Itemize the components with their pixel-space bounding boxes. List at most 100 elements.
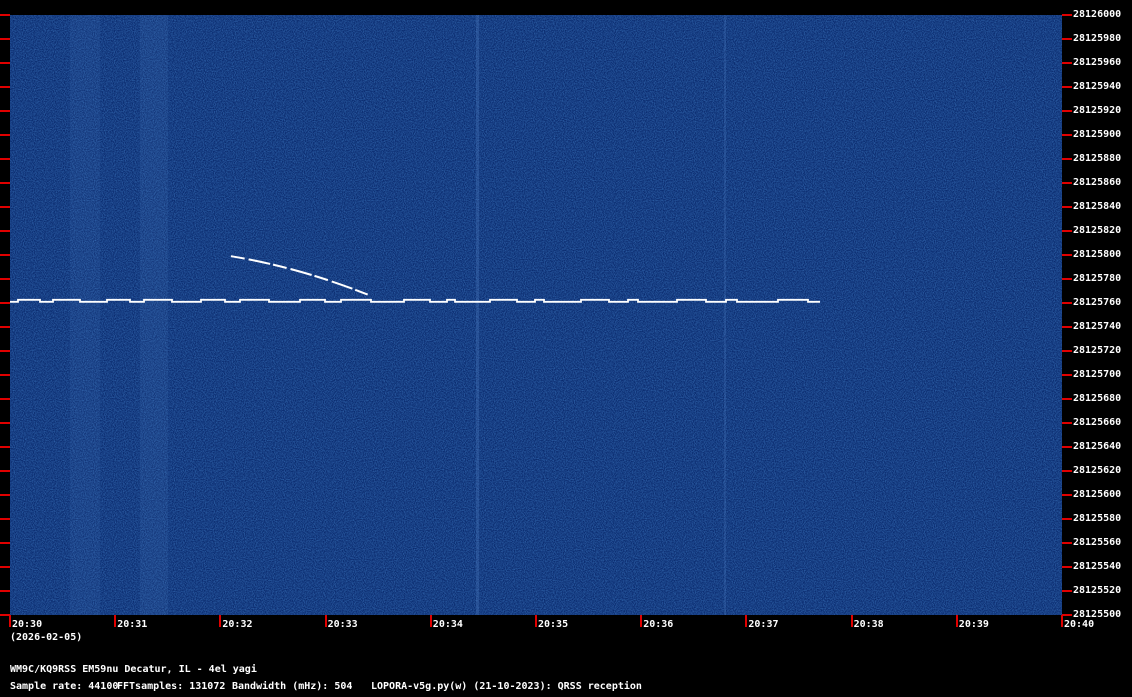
frequency-tick-label: 28125780 <box>1073 273 1122 284</box>
frequency-tick-mark <box>0 542 10 544</box>
frequency-tick-label: 28125800 <box>1073 249 1122 260</box>
frequency-tick-mark <box>0 326 10 328</box>
frequency-tick-mark <box>0 86 10 88</box>
frequency-tick-label: 28125860 <box>1073 177 1122 188</box>
time-tick-mark <box>745 615 748 627</box>
frequency-tick-label: 28125580 <box>1073 513 1122 524</box>
frequency-tick-label: 28125920 <box>1073 105 1122 116</box>
time-tick-mark <box>850 615 853 627</box>
time-tick-label: 20:40 <box>1064 619 1095 630</box>
time-tick-label: 20:31 <box>117 619 148 630</box>
frequency-tick-mark <box>0 14 10 16</box>
frequency-tick-mark <box>0 374 10 376</box>
frequency-tick-label: 28125740 <box>1073 321 1122 332</box>
software-label: LOPORA-v5g.py(w) (21-10-2023): QRSS rece… <box>371 681 642 692</box>
time-tick-label: 20:36 <box>643 619 674 630</box>
frequency-tick-mark <box>0 518 10 520</box>
frequency-tick-label: 28125940 <box>1073 81 1122 92</box>
frequency-tick-label: 28125600 <box>1073 489 1122 500</box>
frequency-tick-mark <box>1062 38 1072 40</box>
frequency-tick-label: 28125880 <box>1073 153 1122 164</box>
frequency-tick-mark <box>1062 110 1072 112</box>
station-label: WM9C/KQ9RSS EM59nu Decatur, IL - 4el yag… <box>10 664 257 675</box>
frequency-tick-label: 28125640 <box>1073 441 1122 452</box>
fft-samples-label: FFTsamples: 131072 <box>117 681 226 692</box>
frequency-tick-mark <box>1062 182 1072 184</box>
frequency-tick-mark <box>1062 590 1072 592</box>
frequency-tick-mark <box>0 470 10 472</box>
frequency-tick-mark <box>0 350 10 352</box>
frequency-tick-mark <box>1062 158 1072 160</box>
frequency-tick-mark <box>0 158 10 160</box>
frequency-tick-mark <box>1062 62 1072 64</box>
time-tick-label: 20:33 <box>327 619 358 630</box>
frequency-tick-mark <box>1062 206 1072 208</box>
frequency-tick-mark <box>0 206 10 208</box>
spectrogram <box>10 15 1062 615</box>
frequency-tick-mark <box>1062 350 1072 352</box>
frequency-tick-mark <box>1062 86 1072 88</box>
frequency-tick-mark <box>1062 542 1072 544</box>
sample-rate-label: Sample rate: 44100 <box>10 681 119 692</box>
frequency-tick-mark <box>1062 326 1072 328</box>
time-tick-mark <box>1061 615 1063 627</box>
frequency-tick-label: 28125560 <box>1073 537 1122 548</box>
frequency-tick-mark <box>0 278 10 280</box>
interference-band <box>70 15 100 615</box>
frequency-tick-mark <box>0 62 10 64</box>
frequency-tick-mark <box>0 446 10 448</box>
interference-band <box>724 15 726 615</box>
time-tick-label: 20:38 <box>853 619 884 630</box>
frequency-tick-mark <box>1062 278 1072 280</box>
frequency-tick-mark <box>1062 398 1072 400</box>
frequency-tick-mark <box>0 134 10 136</box>
frequency-tick-mark <box>0 230 10 232</box>
frequency-tick-label: 28125980 <box>1073 33 1122 44</box>
frequency-tick-mark <box>0 590 10 592</box>
time-tick-label: 20:34 <box>432 619 463 630</box>
frequency-tick-mark <box>0 566 10 568</box>
frequency-tick-mark <box>0 182 10 184</box>
frequency-tick-label: 28126000 <box>1073 9 1122 20</box>
frequency-tick-mark <box>0 254 10 256</box>
frequency-tick-label: 28125960 <box>1073 57 1122 68</box>
frequency-tick-label: 28125660 <box>1073 417 1122 428</box>
time-tick-mark <box>114 615 117 627</box>
frequency-tick-label: 28125760 <box>1073 297 1122 308</box>
frequency-tick-mark <box>0 494 10 496</box>
time-tick-mark <box>219 615 222 627</box>
frequency-tick-mark <box>1062 518 1072 520</box>
frequency-tick-mark <box>1062 254 1072 256</box>
frequency-tick-label: 28125840 <box>1073 201 1122 212</box>
time-tick-label: 20:39 <box>958 619 989 630</box>
frequency-tick-label: 28125700 <box>1073 369 1122 380</box>
time-tick-mark <box>535 615 537 627</box>
frequency-tick-mark <box>0 422 10 424</box>
time-tick-mark <box>324 615 327 627</box>
frequency-tick-label: 28125520 <box>1073 585 1122 596</box>
frequency-tick-mark <box>0 38 10 40</box>
frequency-tick-mark <box>1062 614 1072 616</box>
frequency-tick-label: 28125720 <box>1073 345 1122 356</box>
frequency-tick-mark <box>0 110 10 112</box>
frequency-tick-label: 28125900 <box>1073 129 1122 140</box>
frequency-tick-mark <box>1062 230 1072 232</box>
frequency-tick-mark <box>1062 494 1072 496</box>
time-tick-label: 20:30 <box>12 619 43 630</box>
frequency-tick-mark <box>1062 422 1072 424</box>
interference-band <box>140 15 168 615</box>
frequency-tick-mark <box>1062 134 1072 136</box>
time-tick-mark <box>955 615 958 627</box>
time-tick-label: 20:35 <box>538 619 569 630</box>
time-tick-label: 20:32 <box>222 619 253 630</box>
frequency-tick-mark <box>0 398 10 400</box>
frequency-tick-mark <box>1062 374 1072 376</box>
frequency-tick-mark <box>1062 14 1072 16</box>
date-label: (2026-02-05) <box>10 632 83 643</box>
time-tick-mark <box>640 615 643 627</box>
frequency-tick-mark <box>0 302 10 304</box>
time-tick-mark <box>429 615 432 627</box>
frequency-tick-label: 28125620 <box>1073 465 1122 476</box>
frequency-tick-label: 28125540 <box>1073 561 1122 572</box>
bandwidth-label: Bandwidth (mHz): 504 <box>232 681 353 692</box>
